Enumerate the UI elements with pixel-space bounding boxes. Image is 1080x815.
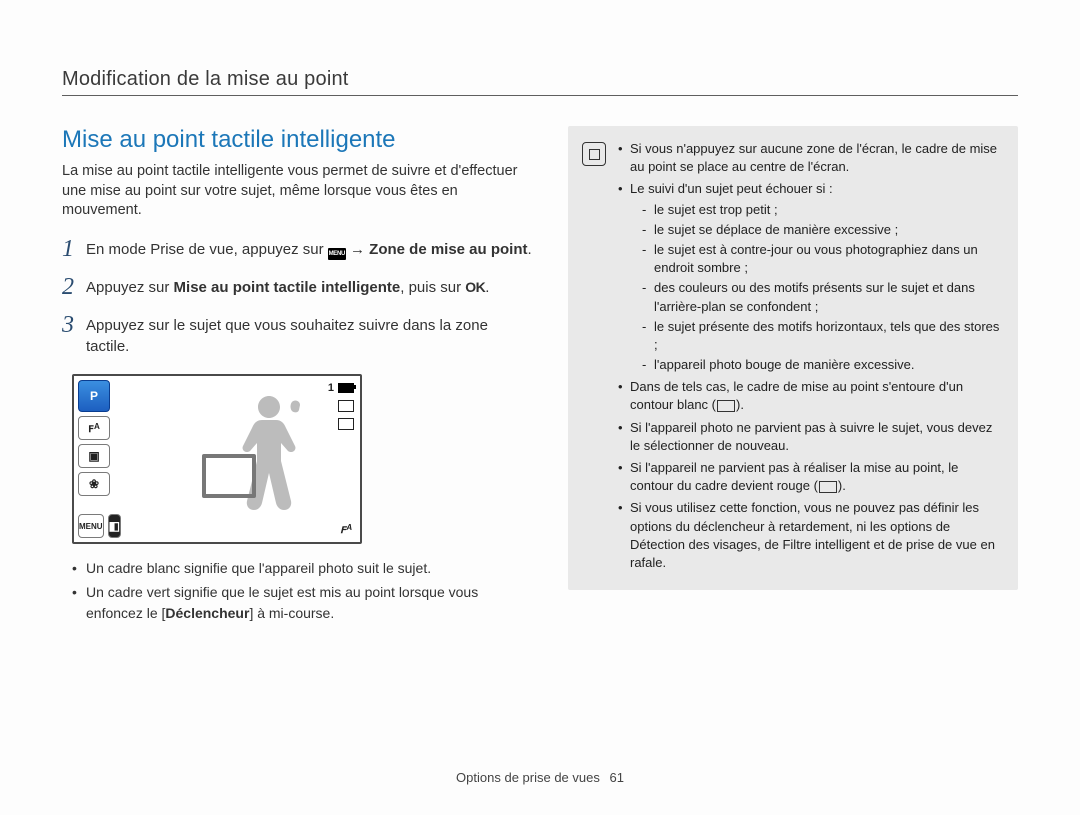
- step-number: 1: [62, 237, 86, 261]
- menu-icon: MENU: [328, 248, 346, 260]
- hint-item: Un cadre vert signifie que le sujet est …: [72, 582, 532, 623]
- step-text: .: [485, 279, 489, 296]
- note-item: Si l'appareil ne parvient pas à réaliser…: [618, 459, 1000, 495]
- note-text: ).: [838, 478, 846, 493]
- note-box: Si vous n'appuyez sur aucune zone de l'é…: [568, 126, 1018, 590]
- hint-list: Un cadre blanc signifie que l'appareil p…: [62, 558, 532, 623]
- step-text: Appuyez sur le sujet que vous souhaitez …: [86, 315, 532, 359]
- note-text: Le suivi d'un sujet peut échouer si :: [630, 181, 833, 196]
- camera-lcd-illustration: P ꜰᴬ ▣ ❀ MENU ◧ 1: [72, 374, 362, 544]
- step-bold: Zone de mise au point: [369, 241, 527, 258]
- note-text: Dans de tels cas, le cadre de mise au po…: [630, 379, 963, 412]
- divider: [62, 95, 1018, 96]
- flash-auto-icon: ꜰᴬ: [78, 416, 110, 440]
- step-text: , puis sur: [400, 279, 465, 296]
- note-body: Si vous n'appuyez sur aucune zone de l'é…: [618, 140, 1000, 576]
- menu-button-icon: MENU: [78, 514, 104, 538]
- note-subitem: des couleurs ou des motifs présents sur …: [642, 279, 1000, 315]
- page-footer: Options de prise de vues 61: [0, 770, 1080, 785]
- note-subitem: le sujet est trop petit ;: [642, 201, 1000, 219]
- step-2: 2 Appuyez sur Mise au point tactile inte…: [62, 277, 532, 299]
- gallery-icon: ◧: [108, 514, 121, 538]
- note-item: Dans de tels cas, le cadre de mise au po…: [618, 378, 1000, 414]
- frame-rect-icon: [717, 400, 735, 412]
- note-subitem: le sujet est à contre-jour ou vous photo…: [642, 241, 1000, 277]
- hint-bold: Déclencheur: [165, 605, 249, 621]
- step-bold: Mise au point tactile intelligente: [174, 279, 401, 296]
- note-text: ).: [736, 397, 744, 412]
- step-text: Appuyez sur: [86, 279, 174, 296]
- note-item: Le suivi d'un sujet peut échouer si : le…: [618, 180, 1000, 374]
- focus-frame: [202, 454, 256, 498]
- hint-item: Un cadre blanc signifie que l'appareil p…: [72, 558, 532, 578]
- page-number: 61: [609, 770, 623, 785]
- step-text: .: [528, 241, 532, 258]
- note-subitem: l'appareil photo bouge de manière excess…: [642, 356, 1000, 374]
- frame-rect-icon: [819, 481, 837, 493]
- step-number: 3: [62, 313, 86, 359]
- battery-icon: [338, 383, 354, 393]
- note-icon: [582, 142, 606, 166]
- step-1: 1 En mode Prise de vue, appuyez sur MENU…: [62, 239, 532, 261]
- step-list: 1 En mode Prise de vue, appuyez sur MENU…: [62, 239, 532, 359]
- resolution-icon: [338, 400, 354, 412]
- note-item: Si l'appareil photo ne parvient pas à su…: [618, 419, 1000, 455]
- step-text: →: [350, 241, 369, 258]
- note-item: Si vous utilisez cette fonction, vous ne…: [618, 499, 1000, 572]
- footer-section: Options de prise de vues: [456, 770, 600, 785]
- shot-counter: 1: [328, 382, 334, 394]
- af-area-icon: ▣: [78, 444, 110, 468]
- note-subitem: le sujet se déplace de manière excessive…: [642, 221, 1000, 239]
- step-3: 3 Appuyez sur le sujet que vous souhaite…: [62, 315, 532, 359]
- macro-icon: ❀: [78, 472, 110, 496]
- quality-icon: [338, 418, 354, 430]
- hint-text: ] à mi-course.: [249, 605, 334, 621]
- ok-icon: OK: [465, 277, 485, 297]
- note-subitem: le sujet présente des motifs horizontaux…: [642, 318, 1000, 354]
- note-item: Si vous n'appuyez sur aucune zone de l'é…: [618, 140, 1000, 176]
- intro-text: La mise au point tactile intelligente vo…: [62, 162, 532, 221]
- step-number: 2: [62, 275, 86, 299]
- section-title: Mise au point tactile intelligente: [62, 126, 532, 154]
- chapter-title: Modification de la mise au point: [62, 68, 1018, 91]
- note-text: Si l'appareil ne parvient pas à réaliser…: [630, 460, 958, 493]
- flash-indicator: ꜰᴬ: [340, 522, 352, 536]
- step-text: En mode Prise de vue, appuyez sur: [86, 241, 328, 258]
- mode-p-icon: P: [78, 380, 110, 412]
